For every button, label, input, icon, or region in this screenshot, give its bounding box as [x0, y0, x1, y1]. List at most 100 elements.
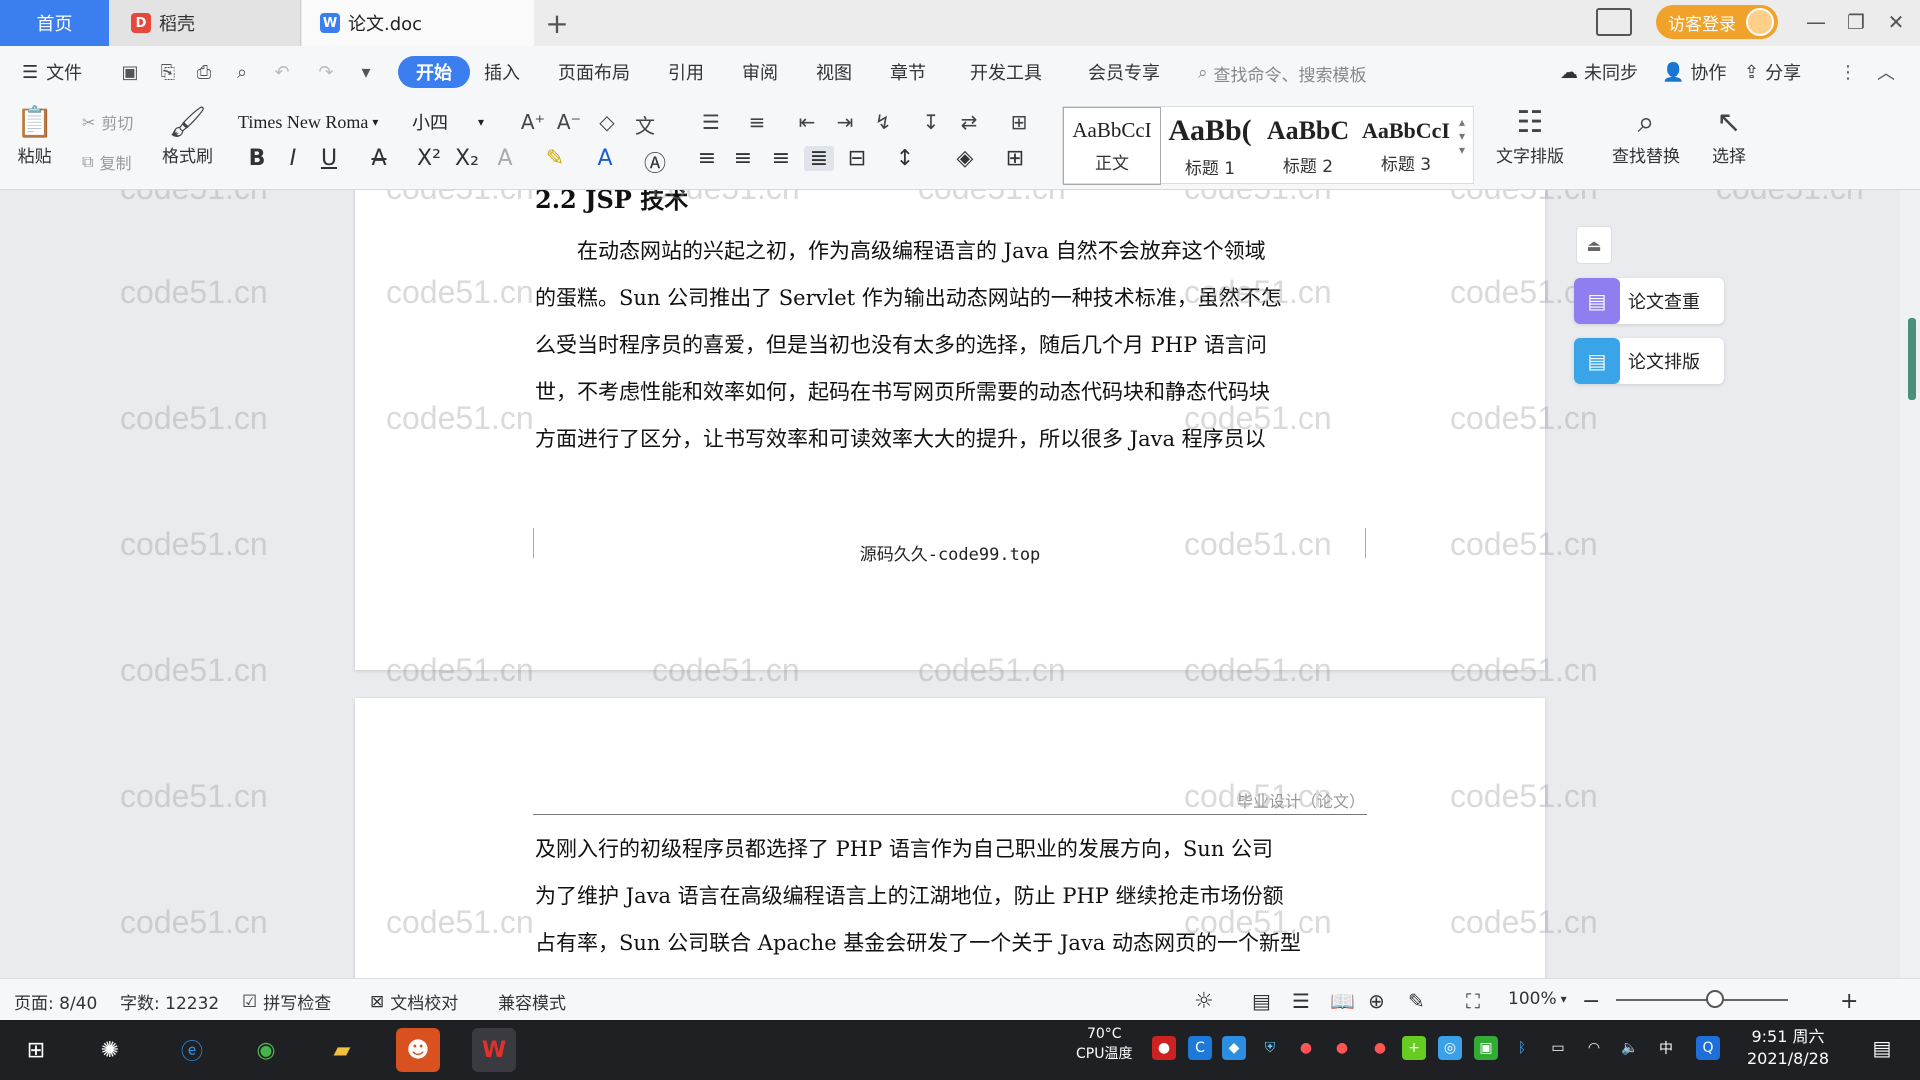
- quick-access-dropdown-icon[interactable]: ▾: [354, 60, 378, 84]
- font-size-select[interactable]: 小四 ▾: [412, 108, 508, 136]
- tray-app-icon[interactable]: ●: [1152, 1036, 1176, 1060]
- file-explorer-icon[interactable]: ▰: [320, 1028, 364, 1072]
- browser-icon[interactable]: ◉: [244, 1028, 288, 1072]
- tray-app-icon[interactable]: ◆: [1222, 1036, 1246, 1060]
- distribute-icon[interactable]: ⊟: [842, 146, 872, 171]
- write-mode-icon[interactable]: ✎: [1408, 989, 1425, 1013]
- paragraph-continued[interactable]: 及刚入行的初级程序员都选择了 PHP 语言作为自己职业的发展方向，Sun 公司 …: [535, 826, 1367, 967]
- zoom-level-select[interactable]: 100% ▾: [1508, 989, 1567, 1009]
- word-count[interactable]: 字数: 12232: [120, 989, 219, 1014]
- ruler-icon[interactable]: ⊞: [1004, 110, 1034, 134]
- document-page[interactable]: 2.2 JSP 技术 在动态网站的兴起之初，作为高级编程语言的 Java 自然不…: [355, 190, 1545, 670]
- tray-app-icon[interactable]: Q: [1696, 1036, 1720, 1060]
- style-heading-1[interactable]: AaBb( 标题 1: [1161, 107, 1259, 185]
- line-spacing-icon[interactable]: ↕: [890, 146, 920, 171]
- paragraph[interactable]: 在动态网站的兴起之初，作为高级编程语言的 Java 自然不会放弃这个领域: [535, 228, 1367, 275]
- paper-layout-button[interactable]: ▤ 论文排版: [1574, 338, 1724, 384]
- select-button[interactable]: ↖ 选择: [1712, 104, 1746, 167]
- command-search-input[interactable]: ⌕ 查找命令、搜索模板: [1198, 58, 1367, 88]
- eye-protect-icon[interactable]: ☼: [1194, 989, 1214, 1014]
- tray-app-icon[interactable]: ●: [1330, 1036, 1354, 1060]
- paste-button[interactable]: 📋 粘贴: [16, 104, 53, 167]
- font-name-select[interactable]: Times New Roma ▾: [238, 108, 406, 136]
- phonetic-guide-icon[interactable]: 文: [630, 110, 660, 139]
- zoom-in-icon[interactable]: +: [1840, 989, 1858, 1014]
- guest-login-button[interactable]: 访客登录: [1656, 5, 1778, 39]
- ie-browser-icon[interactable]: ⓔ: [170, 1028, 214, 1072]
- tab-review[interactable]: 审阅: [742, 56, 778, 88]
- tab-member[interactable]: 会员专享: [1088, 56, 1160, 88]
- style-gallery-scroll-icon[interactable]: ▴ ▾ ▾: [1459, 115, 1465, 157]
- align-right-icon[interactable]: ≡: [766, 146, 796, 171]
- print-preview-icon[interactable]: ⌕: [230, 60, 254, 84]
- tab-chapter[interactable]: 章节: [890, 56, 926, 88]
- char-border-icon[interactable]: Ⓐ: [640, 146, 670, 178]
- more-icon[interactable]: ⋮: [1836, 60, 1860, 84]
- sort-icon[interactable]: ↧: [916, 110, 946, 134]
- shading-icon[interactable]: ◈: [950, 146, 980, 171]
- subscript-icon[interactable]: X₂: [452, 146, 482, 171]
- pinwheel-app-icon[interactable]: ✺: [88, 1028, 132, 1072]
- tab-document[interactable]: W 论文.doc: [302, 0, 534, 46]
- wifi-icon[interactable]: ◠: [1582, 1036, 1606, 1060]
- italic-icon[interactable]: I: [278, 146, 308, 171]
- cut-button[interactable]: ✂ 剪切: [82, 110, 133, 134]
- clear-format-icon[interactable]: ◇: [592, 110, 622, 134]
- numbered-list-icon[interactable]: ≡: [742, 110, 772, 134]
- windows-start-icon[interactable]: ⊞: [14, 1028, 58, 1072]
- format-painter-button[interactable]: 🖌 格式刷: [162, 104, 213, 167]
- underline-icon[interactable]: U: [314, 146, 344, 171]
- nvidia-icon[interactable]: ▣: [1474, 1036, 1498, 1060]
- export-pdf-icon[interactable]: ⎘: [156, 60, 180, 84]
- wps-writer-icon[interactable]: W: [472, 1028, 516, 1072]
- text-direction-icon[interactable]: ↯: [868, 110, 898, 134]
- tray-app-icon[interactable]: C: [1188, 1036, 1212, 1060]
- close-icon[interactable]: ✕: [1876, 4, 1916, 40]
- show-marks-icon[interactable]: ⇄: [954, 110, 984, 134]
- notification-icon[interactable]: ▤: [1870, 1036, 1894, 1060]
- text-layout-button[interactable]: ☷ 文字排版: [1496, 104, 1564, 167]
- redo-icon[interactable]: ↷: [314, 60, 338, 84]
- font-color-icon[interactable]: A: [590, 146, 620, 171]
- tab-references[interactable]: 引用: [668, 56, 704, 88]
- tray-app-icon[interactable]: ●: [1294, 1036, 1318, 1060]
- tab-page-layout[interactable]: 页面布局: [558, 56, 630, 88]
- document-page[interactable]: 毕业设计（论文） 及刚入行的初级程序员都选择了 PHP 语言作为自己职业的发展方…: [355, 698, 1545, 978]
- style-normal[interactable]: AaBbCcI 正文: [1063, 107, 1161, 185]
- paper-check-button[interactable]: ▤ 论文查重: [1574, 278, 1724, 324]
- proofread-button[interactable]: ⊠ 文档校对: [370, 989, 458, 1015]
- tab-view[interactable]: 视图: [816, 56, 852, 88]
- collaborate-button[interactable]: 👤 协作: [1662, 56, 1726, 88]
- media-app-icon[interactable]: ☻: [396, 1028, 440, 1072]
- highlight-icon[interactable]: ✎: [540, 146, 570, 171]
- reading-view-icon[interactable]: 📖: [1330, 989, 1355, 1013]
- tab-docer[interactable]: D 稻壳: [109, 0, 301, 46]
- bullet-list-icon[interactable]: ☰: [696, 110, 726, 134]
- spell-check-button[interactable]: ☑ 拼写检查: [242, 989, 331, 1015]
- minimize-icon[interactable]: —: [1796, 4, 1836, 40]
- input-method-icon[interactable]: 中: [1654, 1036, 1678, 1060]
- decrease-indent-icon[interactable]: ⇤: [792, 110, 822, 134]
- web-view-icon[interactable]: ⊕: [1368, 989, 1385, 1013]
- increase-indent-icon[interactable]: ⇥: [830, 110, 860, 134]
- share-button[interactable]: ⇪ 分享: [1744, 56, 1801, 88]
- scrollbar-thumb[interactable]: [1908, 318, 1916, 400]
- tab-home[interactable]: 首页: [0, 0, 109, 46]
- find-replace-button[interactable]: ⌕ 查找替换: [1612, 104, 1680, 167]
- tray-app-icon[interactable]: ●: [1368, 1036, 1392, 1060]
- justify-icon[interactable]: ≣: [804, 146, 834, 171]
- align-center-icon[interactable]: ≡: [728, 146, 758, 171]
- zoom-slider-knob[interactable]: [1706, 990, 1724, 1008]
- print-icon[interactable]: ⎙: [192, 60, 216, 84]
- sync-button[interactable]: ☁ 未同步: [1560, 56, 1638, 88]
- page-view-icon[interactable]: ▤: [1252, 989, 1271, 1013]
- shield-icon[interactable]: ⛨: [1258, 1036, 1282, 1060]
- window-layout-icon[interactable]: [1596, 8, 1632, 36]
- volume-icon[interactable]: 🔈: [1618, 1036, 1642, 1060]
- outline-view-icon[interactable]: ☰: [1292, 989, 1310, 1013]
- borders-icon[interactable]: ⊞: [1000, 146, 1030, 171]
- bluetooth-icon[interactable]: ᛒ: [1510, 1036, 1534, 1060]
- clock[interactable]: 9:51 周六 2021/8/28: [1736, 1026, 1840, 1070]
- file-menu[interactable]: ☰ 文件: [22, 56, 82, 88]
- zoom-slider[interactable]: [1616, 999, 1788, 1001]
